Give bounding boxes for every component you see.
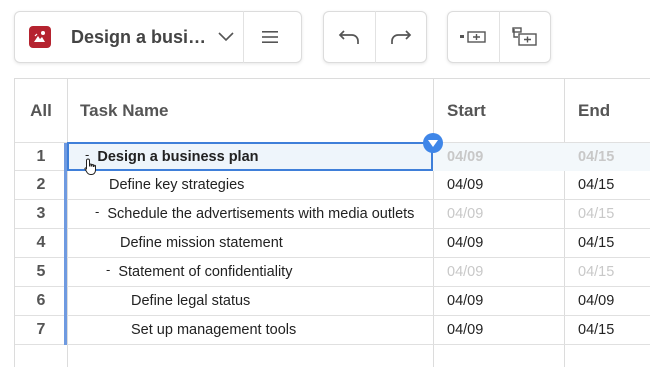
task-grid: All Task Name Start End 1 - Design a bus…	[14, 78, 650, 367]
start-date-cell[interactable]: 04/09	[447, 316, 483, 344]
table-row[interactable]: 6 Define legal status 04/09 04/09	[15, 287, 650, 316]
redo-icon[interactable]	[375, 12, 426, 62]
task-name-cell[interactable]: Design a business plan	[97, 149, 258, 165]
end-date-cell[interactable]: 04/09	[578, 287, 614, 315]
end-date-cell[interactable]: 04/15	[578, 171, 614, 199]
row-number[interactable]: 6	[15, 287, 67, 315]
table-row[interactable]: 5 - Statement of confidentiality 04/09 0…	[15, 258, 650, 287]
end-date-cell[interactable]: 04/15	[578, 316, 614, 344]
undo-icon[interactable]	[324, 12, 375, 62]
indent-task-icon[interactable]	[448, 12, 499, 62]
row-number[interactable]: 5	[15, 258, 67, 286]
end-date-cell[interactable]: 04/15	[578, 258, 614, 286]
start-date-cell[interactable]: 04/09	[447, 200, 483, 228]
app-logo-icon[interactable]	[29, 26, 51, 48]
hamburger-menu-icon[interactable]	[244, 12, 296, 62]
start-date-cell[interactable]: 04/09	[447, 229, 483, 257]
header-end[interactable]: End	[578, 79, 610, 142]
task-name-cell[interactable]: Define mission statement	[120, 229, 283, 257]
hand-cursor-icon	[84, 158, 98, 181]
start-date-cell[interactable]: 04/09	[447, 258, 483, 286]
collapse-toggle[interactable]: -	[106, 262, 110, 277]
task-name-cell[interactable]: Define key strategies	[109, 171, 244, 199]
end-date-cell[interactable]: 04/15	[578, 143, 614, 171]
filter-dropdown-icon[interactable]	[423, 133, 443, 153]
row-number[interactable]: 3	[15, 200, 67, 228]
table-row[interactable]: 3 - Schedule the advertisements with med…	[15, 200, 650, 229]
add-subtask-icon[interactable]	[499, 12, 550, 62]
row-number[interactable]: 1	[15, 143, 67, 171]
header-start[interactable]: Start	[447, 79, 486, 142]
row-number[interactable]: 4	[15, 229, 67, 257]
end-date-cell[interactable]: 04/15	[578, 200, 614, 228]
header-task-name[interactable]: Task Name	[80, 79, 169, 142]
history-toolbar-group	[323, 11, 427, 63]
start-date-cell[interactable]: 04/09	[447, 287, 483, 315]
toolbar: Design a busin...	[0, 0, 650, 78]
task-toolbar-group	[447, 11, 551, 63]
table-row[interactable]: 2 Define key strategies 04/09 04/15	[15, 171, 650, 200]
task-name-cell[interactable]: Set up management tools	[131, 316, 296, 344]
start-date-cell[interactable]: 04/09	[447, 143, 483, 171]
end-date-cell[interactable]: 04/15	[578, 229, 614, 257]
chevron-down-icon[interactable]	[215, 26, 237, 48]
row-number[interactable]: 7	[15, 316, 67, 344]
document-title[interactable]: Design a busin...	[71, 27, 211, 48]
collapse-toggle[interactable]: -	[95, 204, 99, 219]
task-name-cell[interactable]: Schedule the advertisements with media o…	[107, 206, 414, 222]
table-row[interactable]: 4 Define mission statement 04/09 04/15	[15, 229, 650, 258]
row-number[interactable]: 2	[15, 171, 67, 199]
table-row[interactable]: 1 - Design a business plan 04/09 04/15	[15, 133, 650, 172]
task-name-cell[interactable]: Define legal status	[131, 287, 250, 315]
task-name-cell[interactable]: Statement of confidentiality	[118, 264, 292, 280]
document-toolbar-group: Design a busin...	[14, 11, 302, 63]
start-date-cell[interactable]: 04/09	[447, 171, 483, 199]
table-row[interactable]: 7 Set up management tools 04/09 04/15	[15, 316, 650, 345]
header-all[interactable]: All	[15, 79, 67, 142]
